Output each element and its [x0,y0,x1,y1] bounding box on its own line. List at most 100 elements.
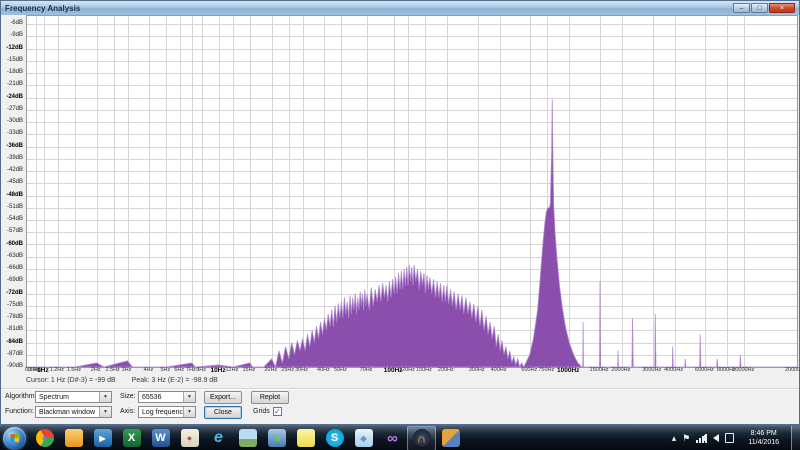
show-desktop-button[interactable] [791,426,800,450]
size-dropdown[interactable]: 65536 ▼ [138,391,196,403]
speaker-icon[interactable] [713,434,719,442]
maximize-button[interactable]: □ [751,3,768,13]
device-icon[interactable] [725,433,734,443]
close-button[interactable]: Close [204,406,242,419]
x-tick-label: 20000Hz [785,367,800,373]
frequency-analysis-window: Frequency Analysis – □ × -6dB -9dB -12dB -1… [0,0,800,425]
taskbar-button-orange-app[interactable] [59,426,88,450]
photo-viewer-icon [239,429,257,447]
x-tick-label: 2000Hz [611,367,630,373]
clock-time: 8:46 PM [748,429,779,438]
y-tick-label: -12dB [6,45,23,51]
word-icon: W [152,429,170,447]
y-tick-label: -51dB [7,204,23,210]
peak-readout: Peak: 3 Hz (E-2) = -98.9 dB [132,377,218,384]
y-tick-label: -30dB [7,118,23,124]
x-tick-label: 6000Hz [695,367,714,373]
taskbar-button-blue-arrow-app[interactable]: ↘ [262,426,291,450]
x-tick-label: 1000Hz [557,367,579,374]
function-dropdown[interactable]: Blackman window ▼ [35,406,112,418]
desktop-screen: Frequency Analysis – □ × -6dB -9dB -12dB -1… [0,0,800,450]
y-tick-label: -90dB [7,363,23,369]
x-tick-label: 4000Hz [664,367,683,373]
y-tick-label: -75dB [7,302,23,308]
axis-dropdown[interactable]: Log frequency ▼ [138,406,196,418]
glass-app-icon: ◆ [355,429,373,447]
taskbar-button-photo-viewer[interactable] [233,426,262,450]
x-tick-label: 600Hz [521,367,537,373]
taskbar: ● ▶ XW ● e ↘ S ◆ ∞∩ ▴ ⚑ 8:46 PM 11/4/2016 [0,425,800,450]
y-tick-label: -60dB [6,241,23,247]
taskbar-button-mixed-app[interactable] [436,426,465,450]
sticky-notes-icon [297,429,315,447]
windows-flag-icon [10,434,19,442]
y-tick-label: -72dB [6,290,23,296]
x-tick-label: 200Hz [438,367,454,373]
taskbar-button-media-player[interactable]: ▶ [88,426,117,450]
y-tick-label: -24dB [6,94,23,100]
y-tick-label: -33dB [7,130,23,136]
y-tick-label: -81dB [7,326,23,332]
taskbar-button-excel[interactable]: X [117,426,146,450]
y-tick-label: -15dB [7,57,23,63]
axis-label: Axis: [120,408,135,415]
algorithm-value: Spectrum [39,394,69,401]
cursor-readout: Cursor: 1 Hz (D#-3) = -99 dB [26,377,116,384]
title-bar[interactable]: Frequency Analysis – □ × [1,1,799,15]
x-tick-label: 1.2Hz [50,367,64,373]
y-tick-label: -66dB [7,265,23,271]
blue-arrow-app-icon: ↘ [268,429,286,447]
excel-icon: X [123,429,141,447]
mixed-app-icon [442,429,460,447]
taskbar-button-visual-studio[interactable]: ∞ [378,426,407,450]
y-tick-label: -9dB [10,32,23,38]
chevron-down-icon: ▼ [99,392,111,402]
x-tick-label: 25Hz [281,367,294,373]
taskbar-button-paint[interactable]: ● [175,426,204,450]
x-tick-label: 120Hz [399,367,415,373]
x-tick-label: 10Hz [210,367,225,374]
replot-button[interactable]: Replot [251,391,289,404]
x-tick-label: 1500Hz [590,367,609,373]
action-center-icon[interactable]: ⚑ [682,434,690,443]
taskbar-button-chrome[interactable]: ● [30,426,59,450]
taskbar-icons: ● ▶ XW ● e ↘ S ◆ ∞∩ [30,426,465,450]
export-button[interactable]: Export... [204,391,242,404]
spectrum-area [27,100,797,367]
orange-app-icon [65,429,83,447]
x-tick-label: 15Hz [242,367,255,373]
algorithm-dropdown[interactable]: Spectrum ▼ [35,391,112,403]
grids-checkbox[interactable]: ✓ [273,407,282,416]
taskbar-button-glass-app[interactable]: ◆ [349,426,378,450]
x-tick-label: 40Hz [317,367,330,373]
y-tick-label: -84dB [6,339,23,345]
y-tick-label: -45dB [7,179,23,185]
clock-date: 11/4/2016 [748,438,779,447]
x-tick-label: 30Hz [295,367,308,373]
x-axis-frequency-labels: 0.8Hz0.9Hz1Hz1.2Hz1.5Hz2Hz2.5Hz3Hz4Hz5Hz… [26,367,796,376]
taskbar-button-word[interactable]: W [146,426,175,450]
x-tick-label: 2Hz [91,367,101,373]
taskbar-clock[interactable]: 8:46 PM 11/4/2016 [748,429,779,448]
taskbar-button-audacity[interactable]: ∩ [407,426,436,450]
taskbar-button-sticky-notes[interactable] [291,426,320,450]
status-readout: Cursor: 1 Hz (D#-3) = -99 dB Peak: 3 Hz … [26,377,218,384]
taskbar-button-internet-explorer[interactable]: e [204,426,233,450]
y-tick-label: -18dB [7,69,23,75]
x-tick-label: 10000Hz [732,367,754,373]
y-tick-label: -78dB [7,314,23,320]
x-tick-label: 750Hz [538,367,554,373]
hidden-icons-button[interactable]: ▴ [672,434,677,443]
start-button[interactable] [3,427,26,450]
y-tick-label: -87dB [7,351,23,357]
close-window-button[interactable]: × [769,3,795,13]
y-tick-label: -21dB [7,81,23,87]
spectrum-chart [27,16,797,367]
internet-explorer-icon: e [210,429,228,447]
spectrum-plot[interactable] [26,15,798,368]
taskbar-button-skype[interactable]: S [320,426,349,450]
skype-icon: S [326,429,344,447]
minimize-button[interactable]: – [733,3,750,13]
y-tick-label: -6dB [10,20,23,26]
x-tick-label: 300Hz [469,367,485,373]
